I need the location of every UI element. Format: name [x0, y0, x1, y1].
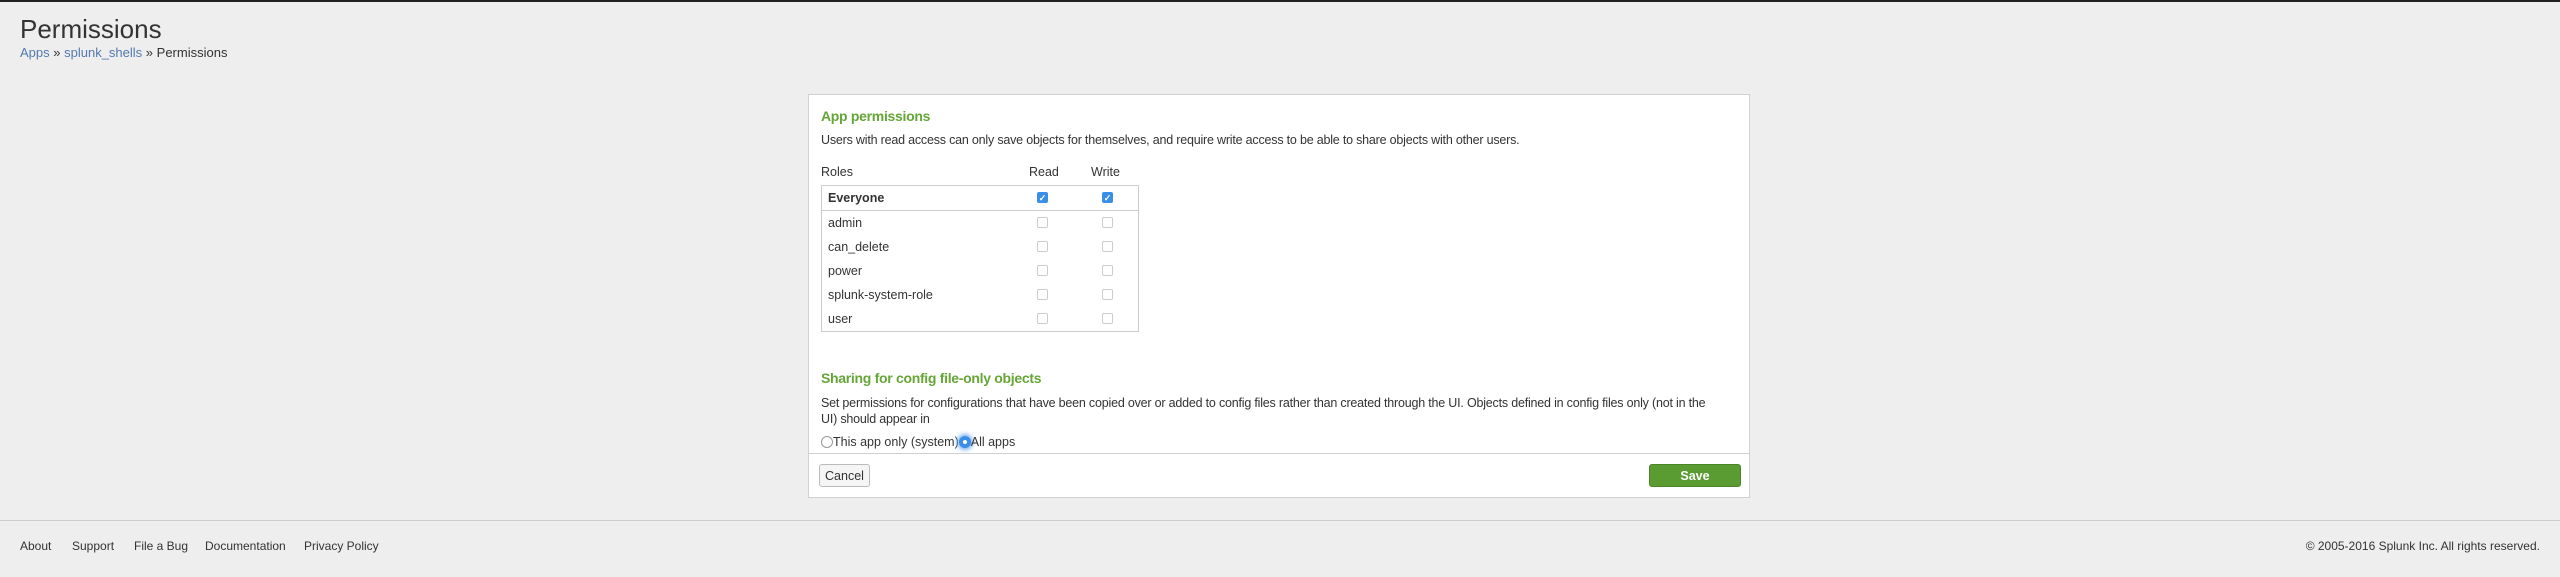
breadcrumb-apps[interactable]: Apps	[20, 45, 50, 60]
breadcrumb-app[interactable]: splunk_shells	[64, 45, 142, 60]
footer-link-file-a-bug[interactable]: File a Bug	[134, 539, 188, 553]
footer-link-support[interactable]: Support	[72, 539, 114, 553]
radio-all-apps-label[interactable]: All apps	[971, 435, 1015, 449]
table-row: Everyone ✓ ✓	[822, 186, 1138, 211]
breadcrumb: Apps » splunk_shells » Permissions	[20, 45, 227, 60]
table-row: admin	[822, 211, 1138, 235]
radio-this-app-label[interactable]: This app only (system)	[833, 435, 959, 449]
sharing-radio-group: This app only (system) All apps	[821, 435, 1015, 449]
read-column-header: Read	[1029, 165, 1059, 179]
footer-link-privacy-policy[interactable]: Privacy Policy	[304, 539, 379, 553]
sharing-heading: Sharing for config file-only objects	[821, 370, 1042, 386]
cancel-button[interactable]: Cancel	[819, 464, 870, 487]
divider	[809, 453, 1749, 454]
footer-divider	[0, 520, 2560, 521]
read-checkbox[interactable]	[1037, 217, 1048, 228]
sharing-description: Set permissions for configurations that …	[821, 396, 1706, 426]
role-name: can_delete	[828, 240, 890, 254]
radio-all-apps[interactable]	[958, 436, 971, 448]
read-checkbox[interactable]: ✓	[1037, 192, 1048, 203]
copyright: © 2005-2016 Splunk Inc. All rights reser…	[2305, 539, 2540, 553]
roles-column-header: Roles	[821, 165, 853, 179]
read-checkbox[interactable]	[1037, 241, 1048, 252]
role-name: power	[828, 264, 863, 278]
table-row: power	[822, 259, 1138, 283]
write-checkbox[interactable]	[1102, 265, 1113, 276]
write-checkbox[interactable]	[1102, 313, 1113, 324]
footer-link-documentation[interactable]: Documentation	[205, 539, 286, 553]
breadcrumb-separator: »	[145, 45, 154, 60]
read-checkbox[interactable]	[1037, 265, 1048, 276]
role-name: Everyone	[828, 191, 885, 205]
footer-link-about[interactable]: About	[20, 539, 51, 553]
role-name: admin	[828, 216, 863, 230]
role-name: user	[828, 312, 853, 326]
table-row: splunk-system-role	[822, 283, 1138, 307]
table-row: can_delete	[822, 235, 1138, 259]
write-checkbox[interactable]	[1102, 217, 1113, 228]
breadcrumb-current: Permissions	[156, 45, 228, 60]
permissions-panel: App permissions Users with read access c…	[808, 94, 1750, 498]
radio-this-app[interactable]	[821, 436, 833, 448]
page-title: Permissions	[20, 14, 162, 44]
save-button[interactable]: Save	[1649, 464, 1741, 487]
roles-table: Everyone ✓ ✓ admin can_deletepower splunk-sys…	[821, 185, 1139, 332]
write-checkbox[interactable]	[1102, 241, 1113, 252]
read-checkbox[interactable]	[1037, 289, 1048, 300]
breadcrumb-separator: »	[53, 45, 61, 60]
table-row: user	[822, 307, 1138, 331]
app-permissions-heading: App permissions	[821, 108, 931, 124]
write-checkbox[interactable]	[1102, 289, 1113, 300]
write-checkbox[interactable]: ✓	[1102, 192, 1113, 203]
app-permissions-description: Users with read access can only save obj…	[821, 133, 1520, 147]
read-checkbox[interactable]	[1037, 313, 1048, 324]
role-name: splunk-system-role	[828, 288, 933, 302]
write-column-header: Write	[1091, 165, 1120, 179]
